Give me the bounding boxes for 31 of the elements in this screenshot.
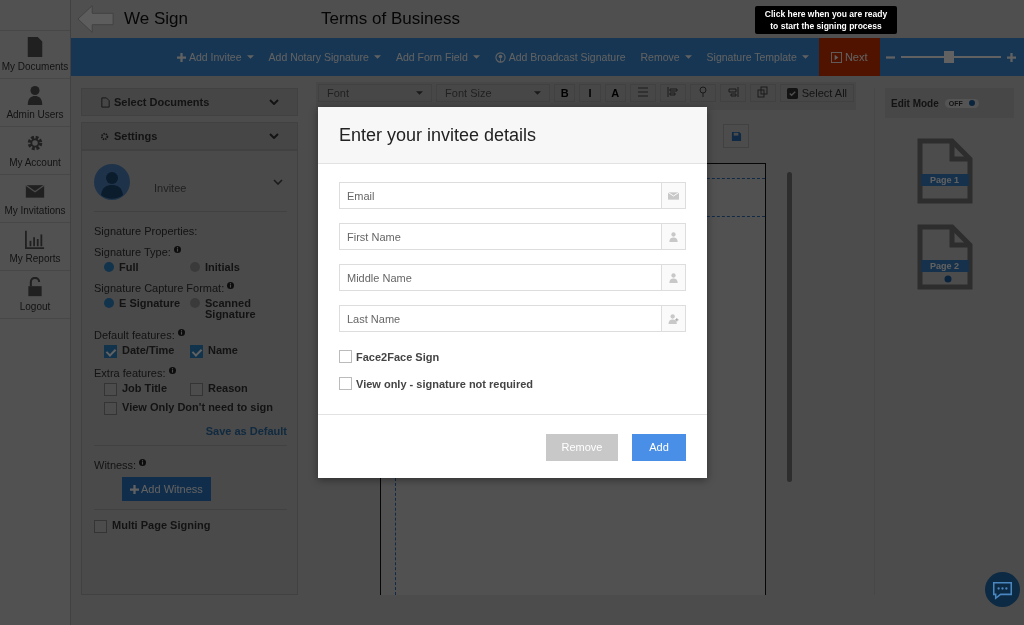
format-button[interactable]: B (554, 84, 576, 102)
input-field[interactable]: First Name (339, 223, 661, 250)
nav-item[interactable]: My Documents (0, 31, 70, 79)
input-field[interactable]: Last Name (339, 305, 661, 332)
tooltip: Click here when you are ready to start the signing process (755, 6, 897, 34)
save-default-link[interactable]: Save as Default (205, 425, 287, 437)
dialog-title: Enter your invitee details (339, 124, 537, 146)
nav-item[interactable]: My Invitations (0, 175, 70, 223)
nav-item[interactable]: My Account (0, 127, 70, 175)
page-thumbnail[interactable]: Page 1 (916, 138, 973, 204)
toolbar-menu[interactable]: Remove (634, 51, 698, 63)
next-button[interactable]: Next (818, 38, 880, 76)
checkbox-option[interactable]: Face2Face Sign (339, 350, 686, 363)
input-field[interactable]: Email (339, 182, 661, 209)
input-field[interactable]: Middle Name (339, 264, 661, 291)
format-button[interactable]: A (604, 84, 626, 102)
add-witness-button[interactable]: Add Witness (122, 477, 211, 501)
toolbar-menu[interactable]: Add Broadcast Signature (488, 51, 632, 63)
add-button[interactable]: Add (632, 433, 686, 461)
nav-item[interactable]: Logout (0, 271, 70, 319)
toolbar-menu[interactable]: Signature Template (700, 51, 815, 63)
toolbar-menu[interactable]: Add Invitee (171, 51, 260, 63)
document-title: Terms of Business (321, 9, 460, 29)
nav-item[interactable]: Admin Users (0, 79, 70, 127)
page-thumbnail[interactable]: Page 2 (916, 224, 973, 290)
toolbar-menu[interactable]: Add Notary Signature (262, 51, 387, 63)
toolbar-menu[interactable]: Add Form Field (389, 51, 486, 63)
checkbox-option[interactable]: View only - signature not required (339, 377, 686, 390)
app-name: We Sign (124, 9, 189, 29)
format-button[interactable]: I (579, 84, 601, 102)
nav-item[interactable]: My Reports (0, 223, 70, 271)
